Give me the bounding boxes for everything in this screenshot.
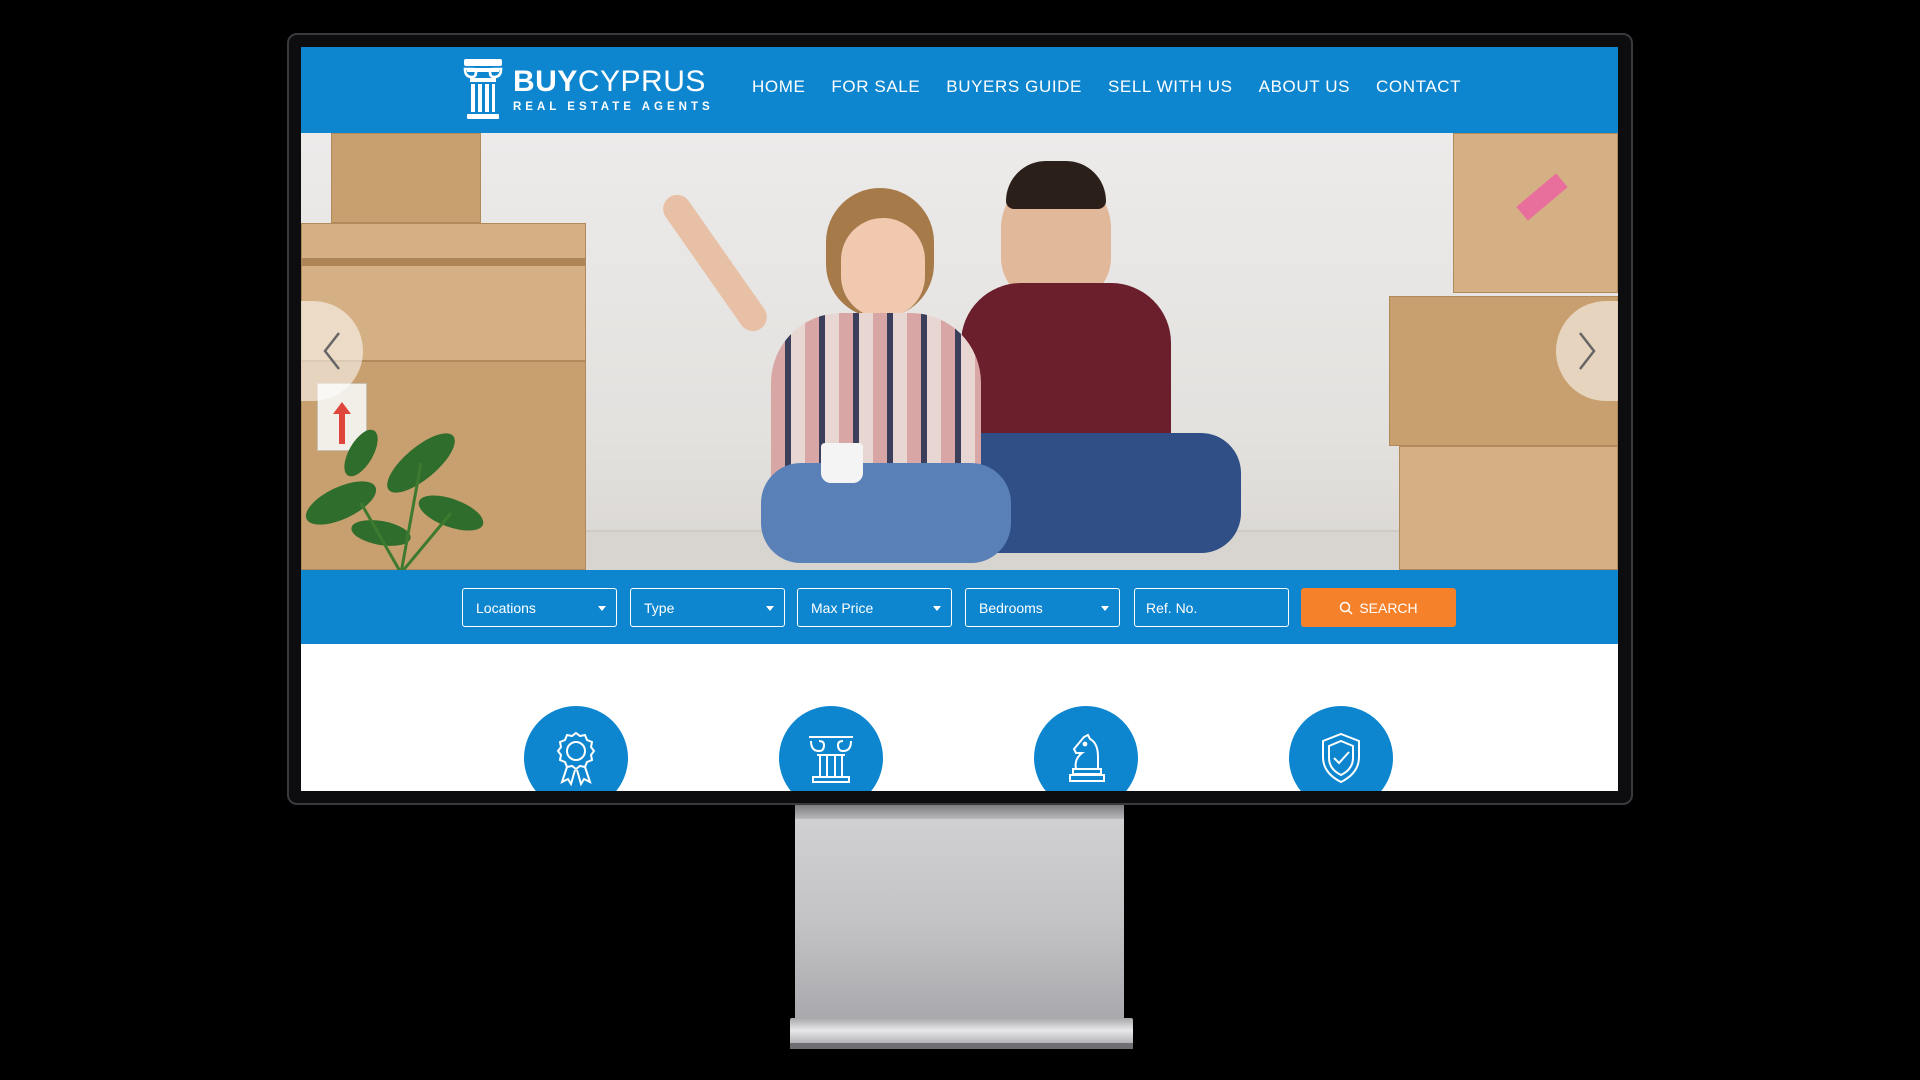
feature-column [779,706,883,791]
chevron-right-icon [1579,332,1596,370]
type-select-label: Type [644,600,675,616]
chevron-left-icon [323,332,340,370]
property-search-bar: Locations Type Max Price Bedrooms SEARCH [301,570,1618,644]
cardboard-box [331,133,481,223]
ref-number-input[interactable] [1134,588,1289,627]
site-logo[interactable]: BUYCYPRUS REAL ESTATE AGENTS [461,57,714,121]
nav-item-contact[interactable]: CONTACT [1376,77,1461,97]
main-nav: HOME FOR SALE BUYERS GUIDE SELL WITH US … [752,77,1487,97]
search-button[interactable]: SEARCH [1301,588,1456,627]
features-section [301,644,1618,791]
nav-item-for-sale[interactable]: FOR SALE [831,77,920,97]
logo-tagline: REAL ESTATE AGENTS [513,100,714,113]
max-price-select-label: Max Price [811,600,874,616]
website-screen: BUYCYPRUS REAL ESTATE AGENTS HOME FOR SA… [301,47,1618,791]
shield-check-icon [1322,732,1360,784]
logo-name-bold: BUY [513,64,578,98]
monitor-scene: BUYCYPRUS REAL ESTATE AGENTS HOME FOR SA… [0,0,1920,1080]
nav-item-about-us[interactable]: ABOUT US [1259,77,1350,97]
caret-down-icon [1101,606,1109,611]
caret-down-icon [598,606,606,611]
feature-award [524,706,628,791]
woman-arm [657,189,773,337]
site-header: BUYCYPRUS REAL ESTATE AGENTS HOME FOR SA… [301,47,1618,133]
column-logo-icon [461,57,505,121]
award-ribbon-icon [556,731,596,786]
search-icon [1340,601,1353,615]
logo-name-regular: CYPRUS [577,64,706,98]
woman-face [841,218,925,318]
monitor-stand-base [790,1018,1133,1049]
nav-item-home[interactable]: HOME [752,77,805,97]
locations-select-label: Locations [476,600,536,616]
hero-slider [301,133,1618,570]
ionic-column-icon [809,736,853,783]
bedrooms-select-label: Bedrooms [979,600,1043,616]
feature-security [1289,706,1393,791]
cardboard-box [1399,446,1618,570]
man-hair [1006,161,1106,209]
logo-wordmark: BUYCYPRUS REAL ESTATE AGENTS [513,65,714,114]
nav-item-buyers-guide[interactable]: BUYERS GUIDE [946,77,1082,97]
caret-down-icon [933,606,941,611]
nav-item-sell-with-us[interactable]: SELL WITH US [1108,77,1233,97]
caret-down-icon [766,606,774,611]
woman-jeans [761,463,1011,563]
mug [821,443,863,483]
type-select[interactable]: Type [630,588,785,627]
box-tape [301,258,586,266]
chess-knight-icon [1069,733,1105,782]
monitor-stand [795,805,1124,1020]
plant-illustration [305,429,484,570]
max-price-select[interactable]: Max Price [797,588,952,627]
feature-strategy [1034,706,1138,791]
search-button-label: SEARCH [1359,599,1418,616]
locations-select[interactable]: Locations [462,588,617,627]
bedrooms-select[interactable]: Bedrooms [965,588,1120,627]
